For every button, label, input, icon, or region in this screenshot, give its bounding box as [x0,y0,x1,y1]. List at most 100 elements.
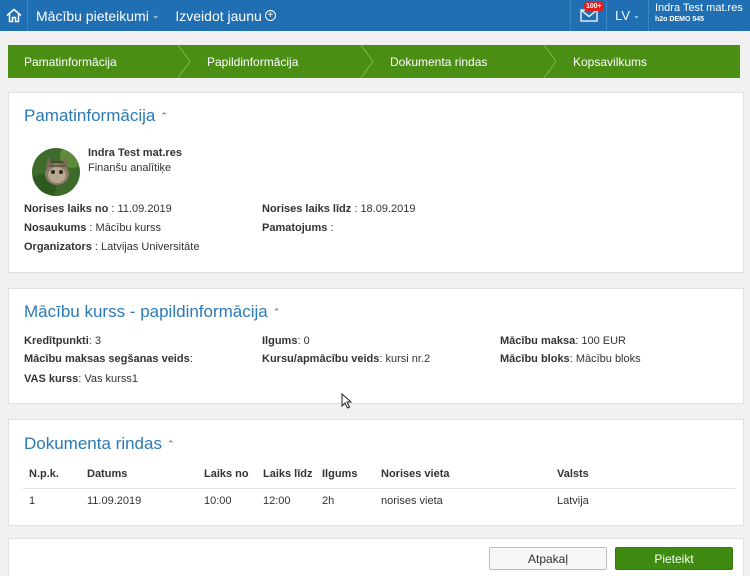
table-cell: Latvija [557,495,589,508]
field-label: Pamatojums [262,222,328,234]
field-label: Nosaukums [24,222,87,234]
person-name: Indra Test mat.res [88,147,182,159]
basic-info-toggle[interactable]: Pamatinformācija ⌃ [24,106,168,126]
document-rows-table: N.p.k. Datums Laiks no Laiks līdz Ilgums… [23,460,735,514]
column-header: Laiks līdz [257,460,316,489]
submit-button[interactable]: Pieteikt [615,547,733,570]
section-title: Dokumenta rindas [24,434,162,453]
nav-menu-training-requests[interactable]: Mācību pieteikumi ⌄ [28,0,167,31]
mouse-cursor-icon [341,393,353,409]
field-credits: Kredītpunkti: 3 [24,335,102,347]
create-new-button[interactable]: Izveidot jaunu + [167,0,283,31]
field-value: 0 [303,335,310,347]
field-value: 11.09.2019 [117,203,172,215]
field-value: Mācību bloks [575,353,641,365]
step-separator [360,45,374,78]
field-date-from: Norises laiks no : 11.09.2019 [24,203,172,215]
step-label: Pamatinformācija [24,54,117,69]
field-value: Latvijas Universitāte [101,241,200,253]
course-info-toggle[interactable]: Mācību kurss - papildinformācija ⌃ [24,302,280,322]
field-fee: Mācību maksa: 100 EUR [500,335,626,347]
top-navbar: Mācību pieteikumi ⌄ Izveidot jaunu + 100… [0,0,750,31]
step-label: Dokumenta rindas [390,54,488,69]
back-button[interactable]: Atpakaļ [489,547,607,570]
step-summary[interactable]: Kopsavilkums [557,45,740,78]
avatar-cat-image [32,148,80,196]
field-duration: Ilgums: 0 [262,335,310,347]
field-organizer: Organizators : Latvijas Universitāte [24,241,200,253]
field-justification: Pamatojums : [262,222,334,234]
field-label: Mācību maksas segšanas veids [24,353,190,365]
field-value: 18.09.2019 [360,203,416,215]
create-new-label: Izveidot jaunu [175,7,262,24]
column-header: Valsts [551,460,735,489]
table-cell: 2h [322,495,335,508]
caret-up-icon: ⌃ [166,438,175,449]
table-header-row: N.p.k. Datums Laiks no Laiks līdz Ilgums… [23,460,735,489]
messages-button[interactable]: 100+ [570,0,606,31]
actions-bar: Atpakaļ Pieteikt [8,538,744,576]
column-header: Ilgums [316,460,375,489]
language-selector[interactable]: LV ⌄ [606,0,648,31]
column-header: Datums [81,460,198,489]
field-label: Ilgums [262,335,298,347]
basic-info-card: Pamatinformācija ⌃ Indra Test mat.res Fi… [8,92,744,273]
plus-circle-icon: + [264,10,276,21]
caret-up-icon: ⌃ [272,306,281,317]
table-cell: 12:00 [263,495,291,508]
table-cell: 1 [29,495,36,508]
field-value: Mācību kurss [95,222,161,234]
document-rows-card: Dokumenta rindas ⌃ N.p.k. Datums Laiks n… [8,419,744,526]
home-button[interactable] [0,0,28,31]
step-separator [177,45,191,78]
table-cell: norises vieta [381,495,443,508]
document-rows-toggle[interactable]: Dokumenta rindas ⌃ [24,434,175,454]
field-name: Nosaukums : Mācību kurss [24,222,161,234]
field-label: Kursu/apmācību veids [262,353,380,365]
step-label: Papildinformācija [207,54,299,69]
table-cell: 10:00 [204,495,232,508]
field-course-type: Kursu/apmācību veids: kursi nr.2 [262,353,431,365]
field-label: Mācību bloks [500,353,570,365]
field-value: 100 EUR [581,335,626,347]
column-header: Laiks no [198,460,257,489]
table-row: 1 11.09.2019 10:00 12:00 2h norises viet… [23,488,735,514]
caret-up-icon: ⌃ [160,110,168,121]
field-label: VAS kurss [24,373,79,385]
home-icon [5,8,22,23]
field-block: Mācību bloks: Mācību bloks [500,353,641,365]
field-vas-course: VAS kurss: Vas kurss1 [24,373,138,385]
field-date-to: Norises laiks līdz : 18.09.2019 [262,203,416,215]
column-header: Norises vieta [375,460,551,489]
field-label: Mācību maksa [500,335,576,347]
step-separator [543,45,557,78]
field-value: Vas kurss1 [84,373,138,385]
column-header: N.p.k. [23,460,81,489]
table-cell: 11.09.2019 [87,495,142,508]
field-value: kursi nr.2 [385,353,431,365]
field-label: Norises laiks līdz [262,203,352,215]
field-value: 3 [94,335,102,347]
field-payment-type: Mācību maksas segšanas veids: [24,353,193,365]
language-label: LV [615,8,631,23]
nav-menu-label: Mācību pieteikumi [36,7,149,24]
field-label: Norises laiks no [24,203,109,215]
section-title: Pamatinformācija [24,106,156,125]
field-label: Organizators [24,241,92,253]
chevron-down-icon: ⌄ [633,11,640,20]
user-menu[interactable]: Indra Test mat.res h2o DEMO 545 [648,0,750,31]
user-organization: h2o DEMO 545 [655,16,705,23]
section-title: Mācību kurss - papildinformācija [24,302,268,321]
avatar [32,148,80,196]
person-role: Finanšu analītiķe [88,162,172,174]
step-document-rows[interactable]: Dokumenta rindas [374,45,557,78]
course-info-card: Mācību kurss - papildinformācija ⌃ Kredī… [8,288,744,404]
wizard-stepper: Pamatinformācija Papildinformācija Dokum… [8,45,740,78]
step-additional-info[interactable]: Papildinformācija [191,45,374,78]
messages-count-badge: 100+ [584,2,604,11]
step-basic-info[interactable]: Pamatinformācija [8,45,191,78]
chevron-down-icon: ⌄ [151,10,160,20]
field-label: Kredītpunkti [24,335,89,347]
step-label: Kopsavilkums [573,54,648,69]
user-name: Indra Test mat.res [655,2,743,14]
